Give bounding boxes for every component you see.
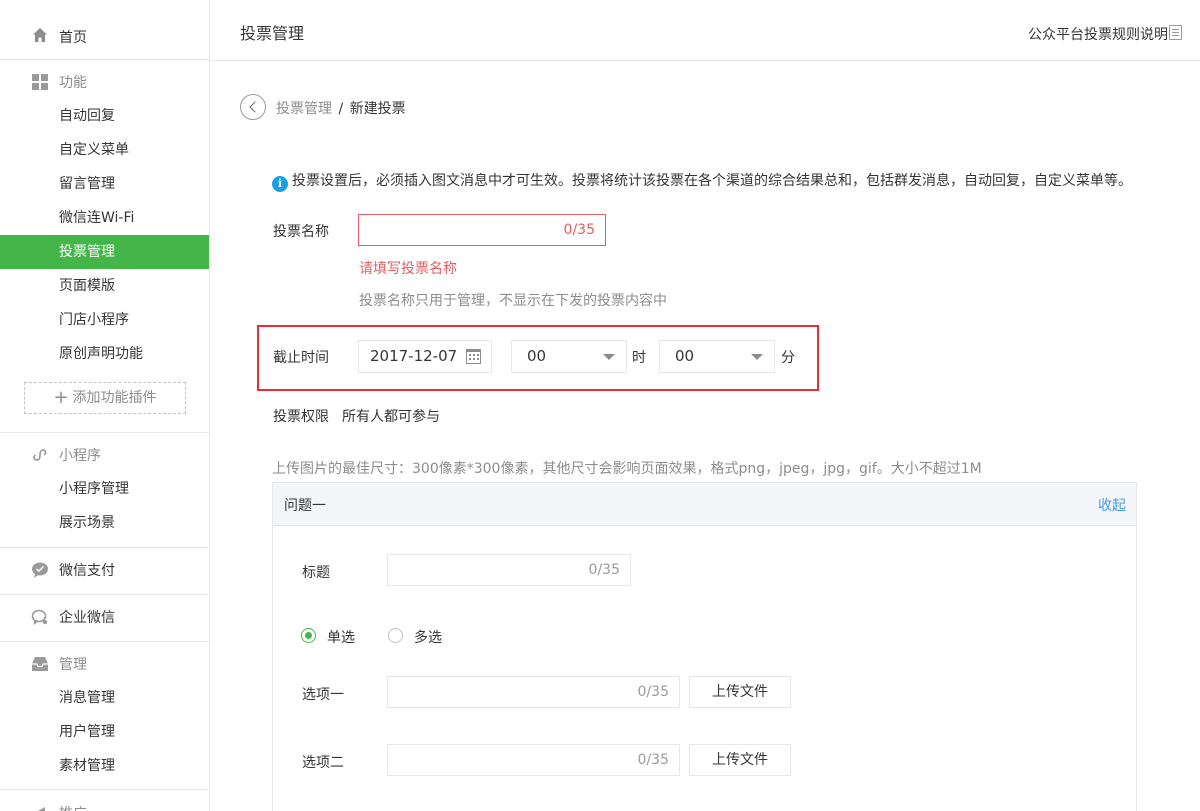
- calendar-icon: [466, 349, 481, 364]
- question-title-input[interactable]: 0/35: [387, 554, 631, 586]
- sidebar-item-display-scenes[interactable]: 展示场景: [0, 506, 209, 540]
- sidebar: 首页 功能 自动回复 自定义菜单 留言管理 微信连Wi-Fi 投票管理 页面模版…: [0, 0, 210, 811]
- minute-unit: 分: [781, 350, 795, 366]
- sidebar-category-mini-program: 小程序: [0, 438, 209, 472]
- single-choice-radio[interactable]: [301, 628, 316, 643]
- multi-choice-label: 多选: [414, 630, 442, 646]
- sidebar-item-material-manage[interactable]: 素材管理: [0, 749, 209, 783]
- question-panel: 问题一 收起 标题 0/35 单选 多选 选项一 0/35 上传文件 选项二 0…: [272, 482, 1137, 811]
- sidebar-home-label: 首页: [59, 30, 87, 46]
- add-plugin-label: 添加功能插件: [72, 390, 157, 406]
- inbox-icon: [32, 657, 48, 671]
- option-input[interactable]: 0/35: [387, 744, 680, 776]
- sidebar-item-original-declaration[interactable]: 原创声明功能: [0, 337, 209, 371]
- deadline-date-picker[interactable]: 2017-12-07: [358, 340, 492, 373]
- chevron-down-icon: [603, 354, 615, 360]
- vote-name-hint: 投票名称只用于管理，不显示在下发的投票内容中: [359, 293, 667, 309]
- sidebar-item-wechat-pay[interactable]: 微信支付: [0, 553, 209, 587]
- sidebar-item-custom-menu[interactable]: 自定义菜单: [0, 133, 209, 167]
- sidebar-category-features: 功能: [0, 65, 209, 99]
- enterprise-chat-icon: [31, 609, 48, 626]
- vote-rules-link[interactable]: 公众平台投票规则说明: [1028, 24, 1168, 44]
- notice-text: 投票设置后，必须插入图文消息中才可生效。投票将统计该投票在各个渠道的综合结果总和…: [292, 173, 1132, 189]
- document-icon[interactable]: [1169, 25, 1182, 40]
- deadline-hour-select[interactable]: 00: [511, 340, 627, 373]
- sidebar-item-auto-reply[interactable]: 自动回复: [0, 99, 209, 133]
- megaphone-icon: [33, 807, 45, 811]
- sidebar-item-wifi[interactable]: 微信连Wi-Fi: [0, 201, 209, 235]
- sidebar-category-promote: 推广: [0, 796, 209, 811]
- sidebar-item-enterprise-wechat[interactable]: 企业微信: [0, 600, 209, 634]
- hour-unit: 时: [632, 350, 646, 366]
- option-label: 选项二: [302, 755, 344, 771]
- info-icon: i: [272, 176, 288, 192]
- sidebar-divider: [0, 432, 209, 433]
- sidebar-category-label: 小程序: [59, 448, 101, 464]
- deadline-date-value: 2017-12-07: [370, 347, 458, 365]
- vote-name-label: 投票名称: [273, 224, 329, 240]
- back-button[interactable]: [240, 94, 266, 120]
- multi-choice-radio[interactable]: [388, 628, 403, 643]
- question-title-label: 标题: [302, 565, 330, 581]
- grid-icon: [32, 74, 48, 90]
- info-notice: i 投票设置后，必须插入图文消息中才可生效。投票将统计该投票在各个渠道的综合结果总…: [272, 170, 1132, 192]
- sidebar-item-miniprogram-manage[interactable]: 小程序管理: [0, 472, 209, 506]
- sidebar-divider: [0, 641, 209, 642]
- sidebar-item-label: 微信支付: [59, 563, 115, 579]
- upload-tip: 上传图片的最佳尺寸：300像素*300像素，其他尺寸会影响页面效果，格式png，…: [272, 461, 982, 477]
- breadcrumb-separator: /: [338, 101, 344, 117]
- permission-value: 所有人都可参与: [342, 409, 440, 425]
- sidebar-item-store-miniprogram[interactable]: 门店小程序: [0, 303, 209, 337]
- upload-file-button[interactable]: 上传文件: [689, 676, 791, 708]
- page-header: 投票管理 公众平台投票规则说明: [210, 0, 1200, 61]
- option-label: 选项一: [302, 687, 344, 703]
- sidebar-category-manage: 管理: [0, 647, 209, 681]
- single-choice-label: 单选: [327, 630, 355, 646]
- vote-name-counter: 0/35: [563, 222, 595, 238]
- vote-name-error: 请填写投票名称: [359, 261, 457, 277]
- vote-name-input[interactable]: 0/35: [358, 214, 606, 246]
- sidebar-item-message-manage[interactable]: 消息管理: [0, 681, 209, 715]
- sidebar-item-user-manage[interactable]: 用户管理: [0, 715, 209, 749]
- permission-label: 投票权限: [273, 409, 329, 425]
- mini-program-icon: [33, 449, 47, 461]
- chevron-down-icon: [751, 354, 763, 360]
- sidebar-divider: [0, 594, 209, 595]
- sidebar-category-label: 功能: [59, 75, 87, 91]
- sidebar-item-comments[interactable]: 留言管理: [0, 167, 209, 201]
- sidebar-divider: [0, 789, 209, 790]
- breadcrumb-parent[interactable]: 投票管理: [276, 101, 332, 117]
- question-title: 问题一: [284, 498, 326, 514]
- breadcrumb: 投票管理 / 新建投票: [276, 98, 406, 118]
- option-input[interactable]: 0/35: [387, 676, 680, 708]
- option-counter: 0/35: [637, 684, 669, 700]
- sidebar-category-label: 推广: [59, 803, 87, 811]
- option-counter: 0/35: [637, 752, 669, 768]
- sidebar-item-label: 企业微信: [59, 610, 115, 626]
- breadcrumb-current: 新建投票: [349, 101, 406, 117]
- sidebar-home[interactable]: 首页: [0, 0, 209, 60]
- sidebar-item-page-template[interactable]: 页面模版: [0, 269, 209, 303]
- page-title: 投票管理: [240, 24, 305, 43]
- deadline-minute-select[interactable]: 00: [659, 340, 775, 373]
- upload-file-button[interactable]: 上传文件: [689, 744, 791, 776]
- chat-bubble-icon: [32, 562, 48, 578]
- sidebar-category-label: 管理: [59, 657, 87, 673]
- deadline-minute-value: 00: [675, 347, 695, 365]
- sidebar-item-vote[interactable]: 投票管理: [0, 235, 209, 269]
- collapse-link[interactable]: 收起: [1098, 495, 1126, 515]
- deadline-label: 截止时间: [273, 350, 329, 366]
- question-title-counter: 0/35: [588, 562, 620, 578]
- deadline-hour-value: 00: [527, 347, 547, 365]
- add-plugin-button[interactable]: + 添加功能插件: [24, 382, 186, 414]
- sidebar-divider: [0, 547, 209, 548]
- home-icon: [33, 28, 47, 42]
- question-panel-header: 问题一 收起: [273, 483, 1136, 526]
- plus-icon: +: [53, 387, 69, 408]
